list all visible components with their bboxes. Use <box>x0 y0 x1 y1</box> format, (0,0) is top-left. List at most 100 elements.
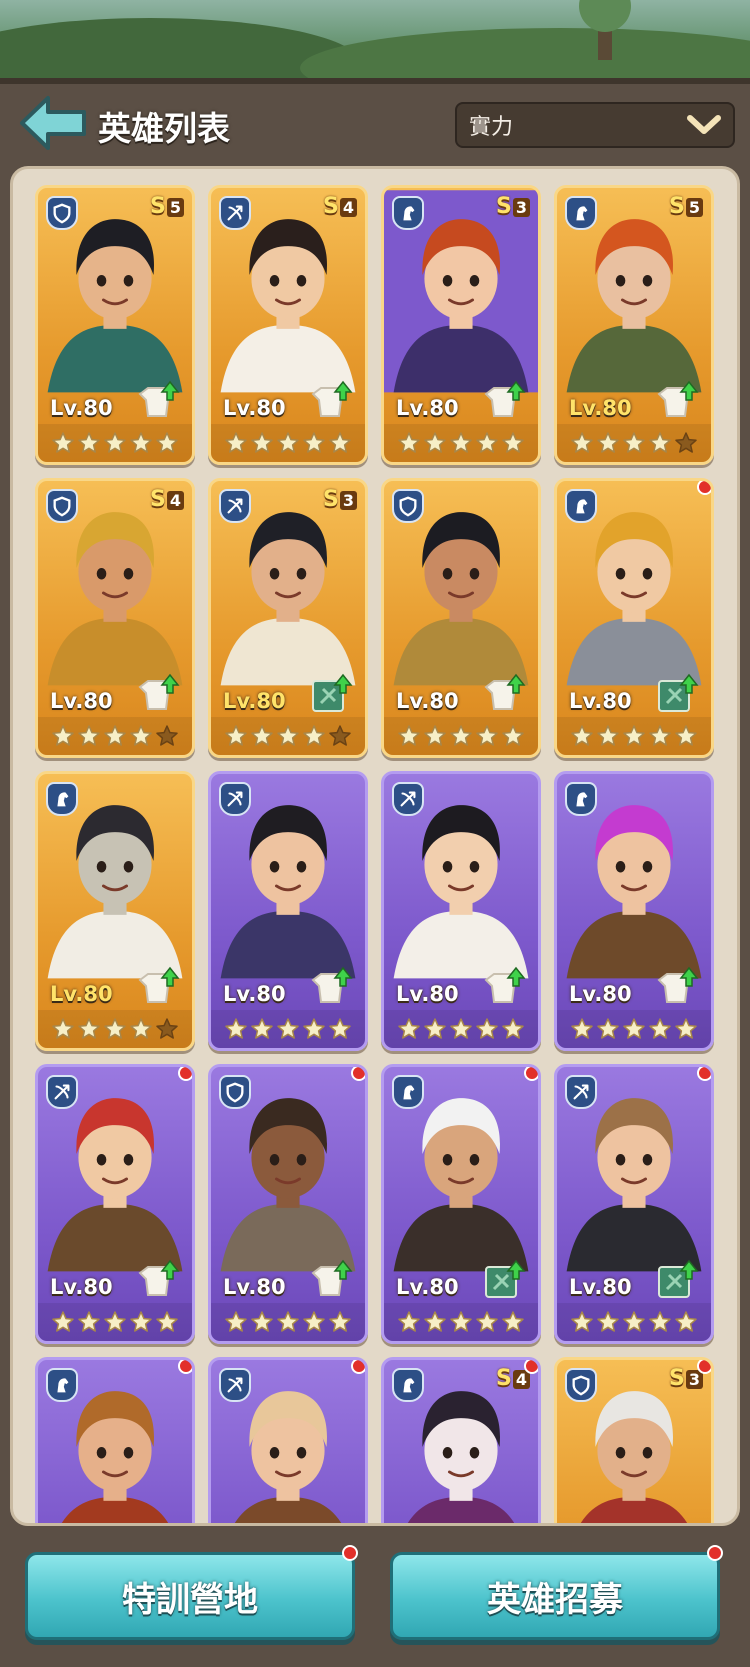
hero-list-panel[interactable]: S 5 Lv.80 S 4 Lv.80 S 3 Lv.80 S 5 Lv.80 … <box>10 166 740 1526</box>
hero-card[interactable]: S 4 Lv.80 <box>35 478 195 758</box>
hero-card[interactable]: S3 <box>554 1357 714 1523</box>
hero-rank-letter: S <box>323 487 339 512</box>
armor-up-icon <box>484 966 526 1003</box>
hero-class-shield-badge <box>46 196 78 230</box>
hero-class-bow-badge <box>219 1368 251 1402</box>
star-filled-icon <box>502 1311 524 1332</box>
hero-star-rating <box>557 1010 711 1048</box>
hero-card[interactable]: Lv.80 <box>208 1064 368 1344</box>
star-filled-icon <box>251 725 273 746</box>
star-filled-icon <box>225 1018 247 1039</box>
star-filled-icon <box>303 725 325 746</box>
hero-class-bow-badge <box>46 1075 78 1109</box>
hero-card[interactable] <box>35 1357 195 1523</box>
armor-up-icon <box>138 1259 180 1296</box>
hero-level: Lv.80 <box>50 396 113 420</box>
book-icon <box>312 673 353 712</box>
star-filled-icon <box>571 1018 593 1039</box>
hero-card[interactable]: S 3 Lv.80 <box>208 478 368 758</box>
notification-dot <box>178 1360 192 1374</box>
hero-level: Lv.80 <box>223 982 286 1006</box>
hero-rank-level: 3 <box>339 490 357 510</box>
hero-level: Lv.80 <box>569 689 632 713</box>
star-filled-icon <box>450 725 472 746</box>
training-camp-button[interactable]: 特訓營地 <box>25 1545 358 1640</box>
bow-icon <box>400 791 416 807</box>
hero-card[interactable]: Lv.80 <box>381 1064 541 1344</box>
hero-card[interactable]: Lv.80 <box>35 771 195 1051</box>
star-filled-icon <box>424 432 446 453</box>
star-filled-icon <box>130 432 152 453</box>
star-filled-icon <box>623 1311 645 1332</box>
star-filled-icon <box>649 432 671 453</box>
hero-rank-letter: S <box>150 194 166 219</box>
hero-card[interactable]: Lv.80 <box>381 771 541 1051</box>
hero-card[interactable]: Lv.80 <box>208 771 368 1051</box>
star-filled-icon <box>52 1018 74 1039</box>
star-filled-icon <box>424 1311 446 1332</box>
page-title: 英雄列表 <box>98 109 230 148</box>
armor-up-icon <box>657 380 699 417</box>
star-empty-icon <box>156 1018 178 1039</box>
hero-recruit-button[interactable]: 英雄招募 <box>390 1545 723 1640</box>
hero-class-horse-badge <box>565 196 597 230</box>
hero-rank-level: 3 <box>512 197 530 217</box>
sort-dropdown[interactable]: 實力 <box>455 102 735 148</box>
book-icon <box>485 1259 526 1298</box>
hero-level: Lv.80 <box>50 982 113 1006</box>
hero-card[interactable]: S 5 Lv.80 <box>554 185 714 465</box>
sort-dropdown-value: 實力 <box>469 115 514 140</box>
hero-star-rating <box>384 424 538 462</box>
star-filled-icon <box>571 725 593 746</box>
back-button[interactable] <box>18 94 88 152</box>
hero-rank-letter: S <box>669 194 685 219</box>
hero-star-rating <box>211 1303 365 1341</box>
hero-class-shield-badge <box>565 1368 597 1402</box>
hero-class-shield-badge <box>219 1075 251 1109</box>
notification-dot <box>351 1067 365 1081</box>
hero-card[interactable]: Lv.80 <box>35 1064 195 1344</box>
hero-class-horse-badge <box>46 782 78 816</box>
hero-card[interactable]: S 3 Lv.80 <box>381 185 541 465</box>
star-filled-icon <box>329 432 351 453</box>
star-filled-icon <box>502 725 524 746</box>
hero-class-bow-badge <box>565 1075 597 1109</box>
horse-icon <box>403 1085 415 1100</box>
star-filled-icon <box>277 725 299 746</box>
notification-dot <box>697 1067 711 1081</box>
book-icon <box>658 1259 699 1298</box>
notification-dot <box>697 481 711 495</box>
hero-card[interactable]: Lv.80 <box>554 1064 714 1344</box>
hero-rank-badge: S5 <box>150 194 184 219</box>
hero-card[interactable]: Lv.80 <box>554 478 714 758</box>
hero-level: Lv.80 <box>50 1275 113 1299</box>
star-filled-icon <box>597 1018 619 1039</box>
hero-star-rating <box>211 717 365 755</box>
hero-star-rating <box>384 1303 538 1341</box>
hero-card[interactable]: S4 <box>381 1357 541 1523</box>
hero-card[interactable]: S 5 Lv.80 <box>35 185 195 465</box>
star-filled-icon <box>104 1311 126 1332</box>
hero-card[interactable]: Lv.80 <box>554 771 714 1051</box>
hero-rank-letter: S <box>669 1366 685 1391</box>
hero-card[interactable]: Lv.80 <box>381 478 541 758</box>
star-filled-icon <box>104 725 126 746</box>
hero-level: Lv.80 <box>396 396 459 420</box>
hero-rank-badge: S4 <box>150 487 184 512</box>
shield-icon <box>572 1375 590 1396</box>
star-filled-icon <box>78 725 100 746</box>
hero-card[interactable]: S 4 Lv.80 <box>208 185 368 465</box>
notification-dot <box>342 1545 358 1561</box>
hero-class-horse-badge <box>392 1368 424 1402</box>
notification-dot <box>707 1545 723 1561</box>
star-filled-icon <box>675 725 697 746</box>
hero-card[interactable] <box>208 1357 368 1523</box>
hero-star-rating <box>38 717 192 755</box>
armor-up-icon <box>138 673 180 710</box>
star-filled-icon <box>450 432 472 453</box>
horse-icon <box>576 792 588 807</box>
armor-up-icon <box>311 966 353 1003</box>
hero-level: Lv.80 <box>223 396 286 420</box>
star-filled-icon <box>130 1311 152 1332</box>
star-filled-icon <box>424 725 446 746</box>
